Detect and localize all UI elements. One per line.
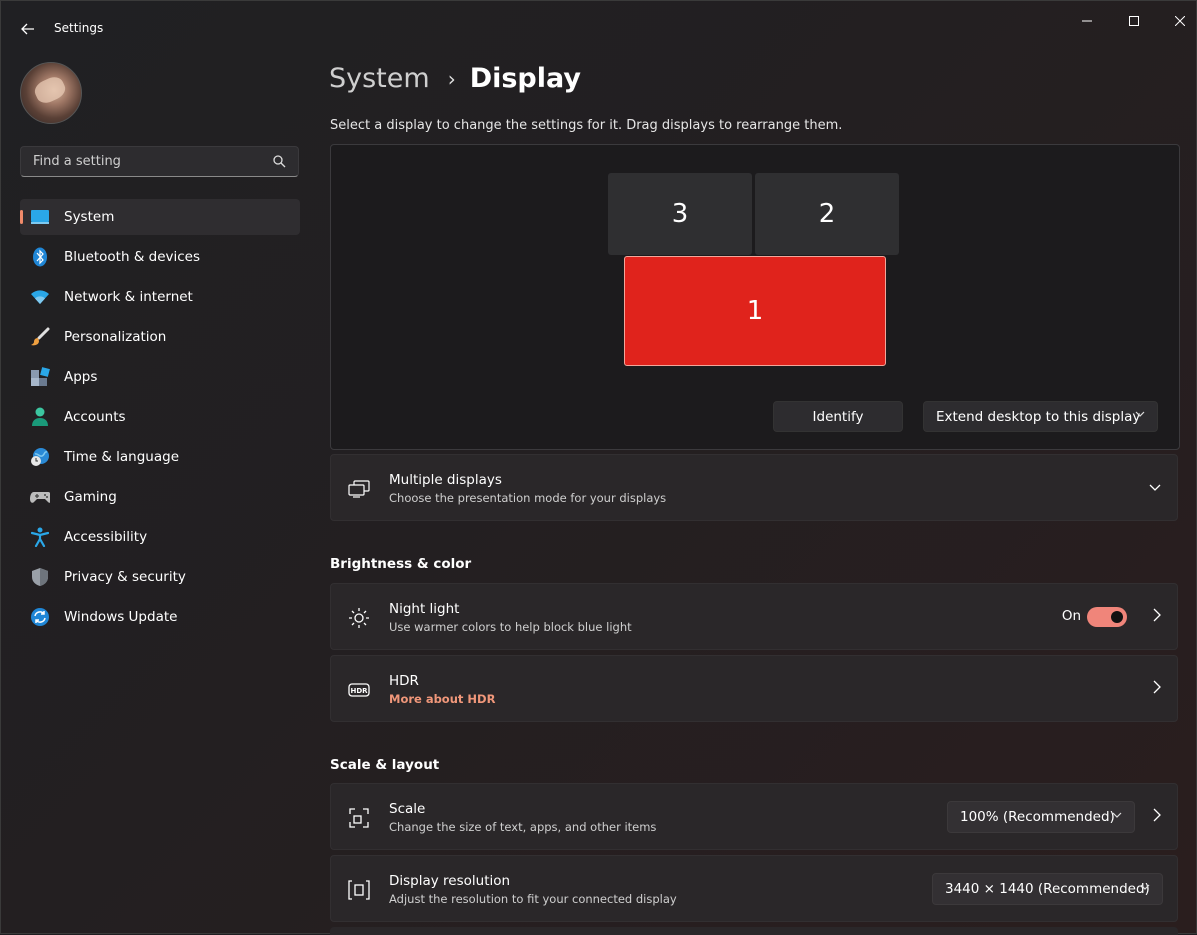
resolution-value: 3440 × 1440 (Recommended) (945, 881, 1150, 897)
minimize-icon (1082, 20, 1092, 22)
monitor-icon (30, 207, 50, 227)
night-light-toggle[interactable] (1087, 607, 1127, 627)
sidebar-item-label: Bluetooth & devices (64, 249, 201, 265)
card-description: Choose the presentation mode for your di… (389, 491, 667, 505)
sidebar-item-label: Time & language (64, 449, 180, 465)
svg-text:HDR: HDR (350, 687, 368, 695)
multiple-displays-icon (347, 477, 371, 501)
resolution-dropdown[interactable]: 3440 × 1440 (Recommended) (932, 873, 1163, 905)
hdr-icon: HDR (347, 678, 371, 702)
wifi-icon (30, 287, 50, 307)
display-3[interactable]: 3 (608, 173, 752, 255)
title-bar: Settings (1, 1, 1196, 57)
identify-button[interactable]: Identify (773, 401, 903, 432)
sidebar-item-label: Apps (64, 369, 98, 385)
sidebar-item-label: Gaming (64, 489, 117, 505)
sidebar-item-accounts[interactable]: Accounts (20, 399, 300, 435)
sidebar-item-personalization[interactable]: Personalization (20, 319, 300, 355)
search-input[interactable] (31, 153, 265, 170)
night-light-icon (347, 606, 371, 630)
card-description: Use warmer colors to help block blue lig… (389, 620, 632, 634)
card-title: Multiple displays (389, 472, 502, 488)
sidebar-item-system[interactable]: System (20, 199, 300, 235)
maximize-button[interactable] (1112, 9, 1156, 33)
chevron-right-icon[interactable] (1153, 608, 1161, 622)
person-icon (30, 407, 50, 427)
display-resolution-card[interactable]: Display resolution Adjust the resolution… (330, 855, 1178, 922)
bluetooth-icon (30, 247, 50, 267)
page-subtitle: Select a display to change the settings … (330, 118, 843, 133)
minimize-button[interactable] (1065, 9, 1109, 33)
sidebar-item-accessibility[interactable]: Accessibility (20, 519, 300, 555)
chevron-down-icon (1149, 484, 1161, 491)
toggle-state-label: On (1061, 608, 1081, 624)
user-avatar[interactable] (20, 62, 82, 124)
close-button[interactable] (1158, 9, 1197, 33)
card-description: Adjust the resolution to fit your connec… (389, 892, 677, 906)
sidebar-item-apps[interactable]: Apps (20, 359, 300, 395)
chevron-right-icon (1153, 680, 1161, 694)
app-title: Settings (54, 21, 104, 35)
resolution-icon (347, 878, 371, 902)
sidebar-item-bluetooth[interactable]: Bluetooth & devices (20, 239, 300, 275)
section-heading-scale-layout: Scale & layout (330, 757, 440, 773)
chevron-right-icon[interactable] (1153, 808, 1161, 822)
display-1-selected[interactable]: 1 (624, 256, 886, 366)
card-description: Change the size of text, apps, and other… (389, 820, 657, 834)
update-icon (30, 607, 50, 627)
breadcrumb-parent[interactable]: System (329, 63, 430, 94)
scale-icon (347, 806, 371, 830)
sidebar-item-network[interactable]: Network & internet (20, 279, 300, 315)
sidebar-item-label: Windows Update (64, 609, 178, 625)
scale-value: 100% (Recommended) (960, 809, 1115, 825)
display-mode-dropdown[interactable]: Extend desktop to this display (923, 401, 1158, 432)
back-arrow-icon (21, 23, 34, 35)
apps-icon (30, 367, 50, 387)
toggle-knob (1111, 611, 1123, 623)
chevron-down-icon (1140, 884, 1150, 890)
close-icon (1175, 16, 1185, 26)
brush-icon (30, 327, 50, 347)
sidebar-item-label: Privacy & security (64, 569, 186, 585)
sidebar-item-label: Accounts (64, 409, 126, 425)
maximize-icon (1129, 16, 1139, 26)
display-arrangement-panel: 3 2 1 Identify Extend desktop to this di… (330, 144, 1180, 450)
multiple-displays-card[interactable]: Multiple displays Choose the presentatio… (330, 454, 1178, 521)
scale-dropdown[interactable]: 100% (Recommended) (947, 801, 1135, 833)
card-title: Scale (389, 801, 426, 817)
back-button[interactable] (17, 19, 39, 39)
breadcrumb: System › Display (329, 63, 581, 94)
sidebar-item-label: Personalization (64, 329, 167, 345)
scale-card[interactable]: Scale Change the size of text, apps, and… (330, 783, 1178, 850)
gamepad-icon (30, 487, 50, 507)
chevron-down-icon (1112, 812, 1122, 818)
chevron-down-icon (1135, 411, 1145, 417)
shield-icon (30, 567, 50, 587)
more-about-hdr-link[interactable]: More about HDR (389, 692, 495, 706)
display-mode-value: Extend desktop to this display (936, 408, 1141, 425)
card-title: Display resolution (389, 873, 511, 889)
sidebar-item-label: Accessibility (64, 529, 148, 545)
section-heading-brightness: Brightness & color (330, 556, 472, 572)
card-title: HDR (389, 673, 419, 689)
globe-clock-icon (30, 447, 50, 467)
sidebar-item-privacy-security[interactable]: Privacy & security (20, 559, 300, 595)
search-box[interactable] (20, 146, 299, 177)
hdr-card[interactable]: HDR HDR More about HDR (330, 655, 1178, 722)
sidebar-item-label: Network & internet (64, 289, 193, 305)
sidebar-item-time-language[interactable]: Time & language (20, 439, 300, 475)
search-icon (273, 155, 286, 168)
settings-window: Settings System Bluetooth & devices Netw… (0, 0, 1197, 935)
sidebar-item-windows-update[interactable]: Windows Update (20, 599, 300, 635)
display-2[interactable]: 2 (755, 173, 899, 255)
sidebar-item-gaming[interactable]: Gaming (20, 479, 300, 515)
sidebar-nav: System Bluetooth & devices Network & int… (20, 199, 300, 639)
page-title: Display (469, 63, 581, 94)
card-title: Night light (389, 601, 460, 617)
chevron-right-icon: › (447, 66, 456, 91)
sidebar-item-label: System (64, 209, 115, 225)
night-light-card[interactable]: Night light Use warmer colors to help bl… (330, 583, 1178, 650)
accessibility-icon (30, 527, 50, 547)
